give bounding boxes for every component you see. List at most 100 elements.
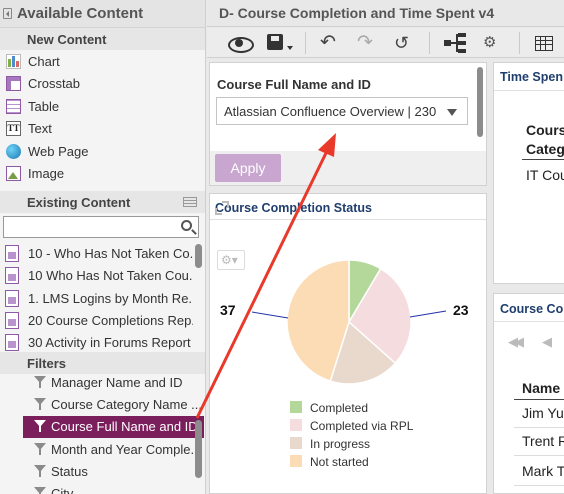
course-select-dropdown[interactable]: Atlassian Confluence Overview | 230 — [216, 97, 468, 125]
filter-panel-scrollbar[interactable] — [477, 67, 483, 137]
report-icon — [5, 267, 19, 284]
table-cell: Jim Yu — [522, 405, 564, 421]
filter-label: Course Full Name and ID — [51, 419, 198, 434]
course-completions-table-panel: Course Co ◀◀ ◀ Name Jim Yu Trent R Mark … — [493, 293, 564, 494]
apply-button[interactable]: Apply — [215, 154, 281, 182]
filter-item-manager[interactable]: Manager Name and ID — [0, 372, 205, 394]
view-eye-icon[interactable] — [227, 32, 254, 54]
toolbar-divider — [305, 32, 306, 54]
filter-label: Course Category Name ... — [51, 397, 203, 412]
time-spent-panel: Time Spen Cours Categ IT Cou — [493, 62, 564, 284]
legend-swatch — [290, 437, 302, 449]
filter-item-course-full-name-selected[interactable]: Course Full Name and ID — [23, 416, 204, 438]
new-content-item-image[interactable]: Image — [0, 163, 205, 185]
available-content-header: Available Content — [0, 0, 205, 28]
legend-swatch — [290, 401, 302, 413]
toolbar: ↶ ↷ ↺ ⚙ — [207, 28, 564, 58]
save-dropdown-chevron-icon[interactable] — [287, 46, 293, 50]
report-icon — [5, 290, 19, 307]
filter-label: Status — [51, 464, 88, 479]
existing-content-item[interactable]: 10 Who Has Not Taken Cou... — [0, 265, 193, 287]
existing-content-label: 10 Who Has Not Taken Cou... — [28, 268, 193, 283]
new-content-header: New Content — [0, 28, 205, 50]
existing-content-label: 1. LMS Logins by Month Re... — [28, 291, 193, 306]
new-content-label: Web Page — [28, 144, 89, 159]
course-filter-panel: Course Full Name and ID Atlassian Conflu… — [209, 62, 487, 186]
existing-content-scrollbar[interactable] — [195, 244, 202, 268]
undo-icon[interactable]: ↶ — [320, 32, 340, 54]
name-column-header[interactable]: Name — [522, 380, 560, 396]
time-spent-title: Time Spen — [500, 70, 563, 84]
filters-scrollbar[interactable] — [195, 420, 202, 478]
new-content-label: Crosstab — [28, 76, 81, 91]
web-page-icon — [6, 144, 21, 159]
previous-page-icon[interactable]: ◀ — [542, 334, 552, 350]
time-spent-header: Time Spen — [494, 63, 564, 91]
settings-gear-icon[interactable]: ⚙ — [483, 32, 503, 54]
new-content-label: Text — [28, 121, 52, 136]
existing-content-header: Existing Content — [0, 191, 205, 213]
existing-content-item[interactable]: 20 Course Completions Rep... — [0, 310, 193, 332]
course-select-value: Atlassian Confluence Overview | 230 — [224, 104, 437, 119]
table-cell: IT Cou — [526, 167, 564, 183]
chart-icon — [6, 54, 21, 69]
course-table-header: Course Co — [494, 294, 564, 322]
legend-label: In progress — [310, 437, 371, 451]
filter-item-month-year[interactable]: Month and Year Comple... — [0, 439, 205, 461]
filter-funnel-icon — [34, 443, 46, 455]
data-label-not-started: 37 — [220, 302, 236, 318]
table-row: Jim Yu — [514, 400, 564, 428]
search-icon[interactable] — [181, 220, 192, 231]
grid-icon[interactable] — [534, 32, 554, 54]
new-content-item-text[interactable]: TT Text — [0, 118, 205, 140]
filter-label: Manager Name and ID — [51, 375, 183, 390]
report-icon — [5, 312, 19, 329]
legend-label: Completed via RPL — [310, 419, 414, 433]
new-content-item-crosstab[interactable]: Crosstab — [0, 73, 205, 95]
existing-content-item[interactable]: 1. LMS Logins by Month Re... — [0, 288, 193, 310]
data-label-leader-line — [409, 310, 447, 318]
data-label-completed-via-rpl: 23 — [453, 302, 469, 318]
filter-item-status[interactable]: Status — [0, 461, 205, 483]
filter-funnel-icon — [34, 398, 46, 410]
new-content-item-chart[interactable]: Chart — [0, 51, 205, 73]
redo-icon[interactable]: ↷ — [357, 32, 377, 54]
course-completion-chart-panel: Course Completion Status ⚙▾ 37 23 Comple… — [209, 193, 487, 494]
toolbar-divider — [519, 32, 520, 54]
hierarchy-icon[interactable] — [444, 32, 470, 54]
available-content-title: Available Content — [17, 5, 144, 22]
filter-label: Month and Year Comple... — [51, 442, 202, 457]
available-content-panel: Available Content New Content Chart Cros… — [0, 0, 206, 494]
collapse-panel-icon[interactable] — [3, 8, 12, 19]
new-content-item-web-page[interactable]: Web Page — [0, 141, 205, 163]
table-icon — [6, 99, 21, 114]
new-content-label: Chart — [28, 54, 60, 69]
existing-content-label: 20 Course Completions Rep... — [28, 313, 193, 328]
save-icon[interactable] — [267, 32, 295, 54]
new-content-label: Table — [28, 99, 60, 114]
existing-content-search-input[interactable] — [3, 216, 199, 238]
new-content-item-table[interactable]: Table — [0, 96, 205, 118]
toolbar-divider — [429, 32, 430, 54]
existing-content-item[interactable]: 10 - Who Has Not Taken Co... — [0, 243, 193, 265]
dropdown-arrow-icon[interactable] — [447, 109, 457, 116]
course-table-title: Course Co — [500, 302, 564, 316]
filter-item-course-category[interactable]: Course Category Name ... — [0, 394, 205, 416]
filter-label: City — [51, 486, 74, 494]
first-page-icon[interactable]: ◀◀ — [508, 334, 524, 350]
header-divider — [522, 159, 564, 160]
legend-label: Not started — [310, 455, 369, 469]
course-category-column-header[interactable]: Cours Categ — [526, 121, 564, 159]
filter-funnel-icon — [34, 487, 46, 494]
dashboard-title-bar: D- Course Completion and Time Spent v4 — [207, 0, 564, 27]
list-options-icon[interactable] — [183, 197, 197, 207]
filter-panel-label: Course Full Name and ID — [217, 77, 371, 92]
existing-content-item[interactable]: 30 Activity in Forums Report — [0, 332, 193, 354]
legend-swatch — [290, 455, 302, 467]
filter-item-city[interactable]: City — [0, 483, 205, 494]
report-icon — [5, 245, 19, 262]
table-cell: Trent R — [522, 433, 564, 449]
refresh-icon[interactable]: ↺ — [394, 32, 414, 54]
filters-header: Filters — [0, 352, 205, 374]
legend-swatch — [290, 419, 302, 431]
